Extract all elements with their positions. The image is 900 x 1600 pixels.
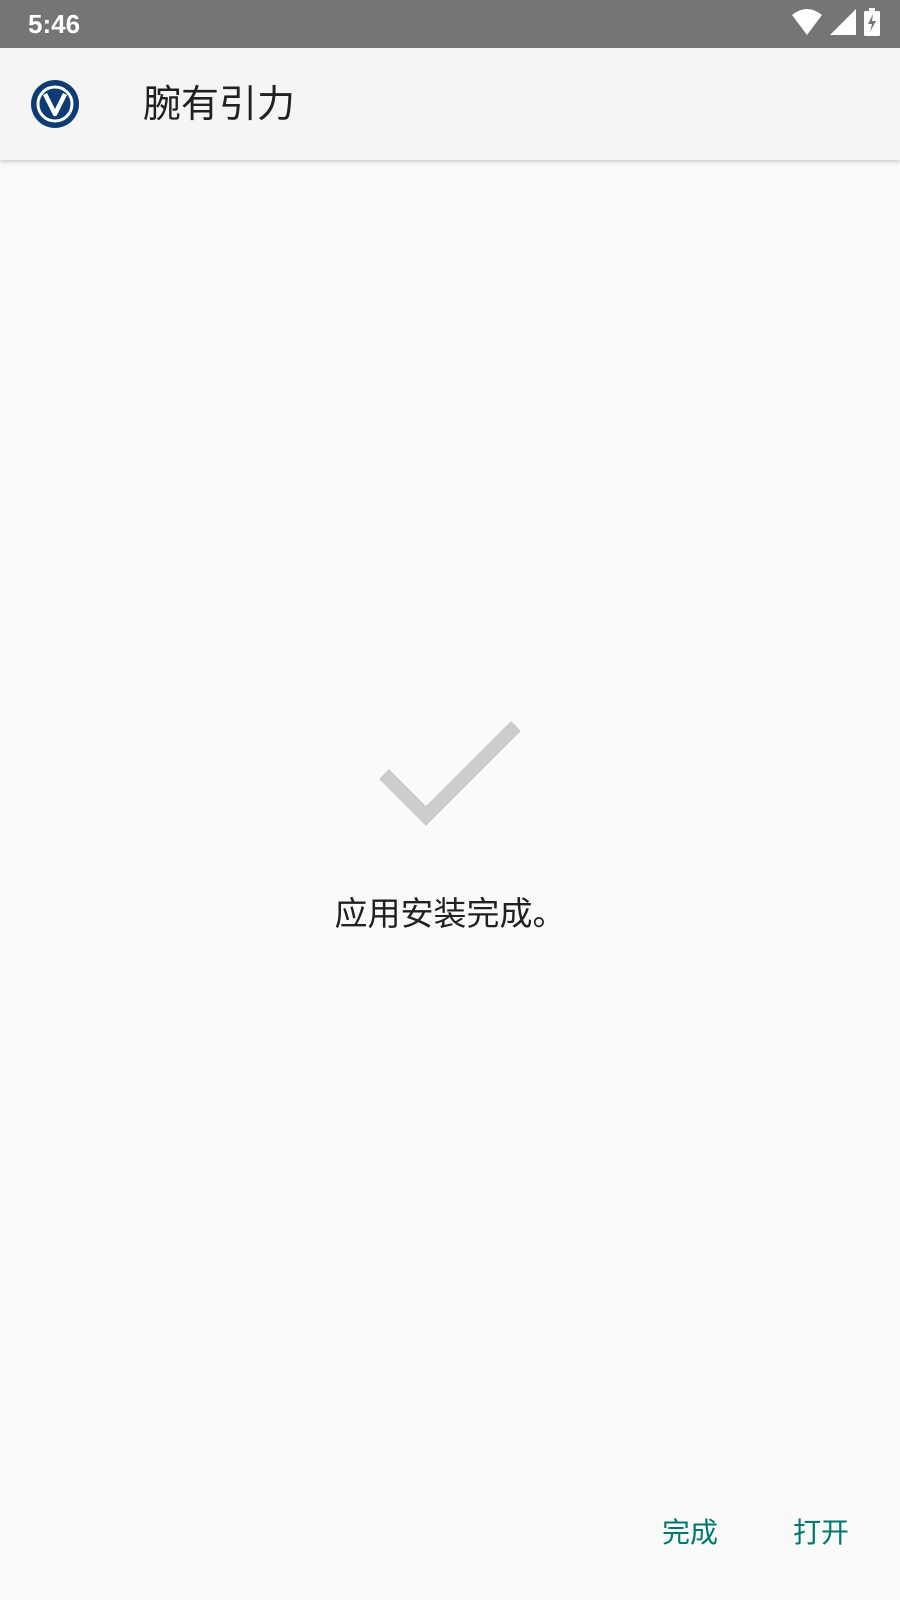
done-button[interactable]: 完成: [652, 1505, 728, 1561]
install-complete-message: 应用安装完成。: [334, 894, 566, 933]
wifi-icon: [792, 9, 822, 39]
status-time: 5:46: [28, 9, 81, 39]
status-bar: 5:46: [0, 0, 900, 48]
app-title: 腕有引力: [143, 82, 296, 126]
app-bar: 腕有引力: [0, 48, 900, 160]
open-button[interactable]: 打开: [783, 1505, 859, 1561]
cellular-signal-icon: [830, 9, 856, 39]
checkmark-icon: [379, 720, 521, 830]
status-icons: [792, 8, 880, 40]
app-logo-icon: [30, 79, 80, 129]
battery-charging-icon: [864, 8, 880, 40]
